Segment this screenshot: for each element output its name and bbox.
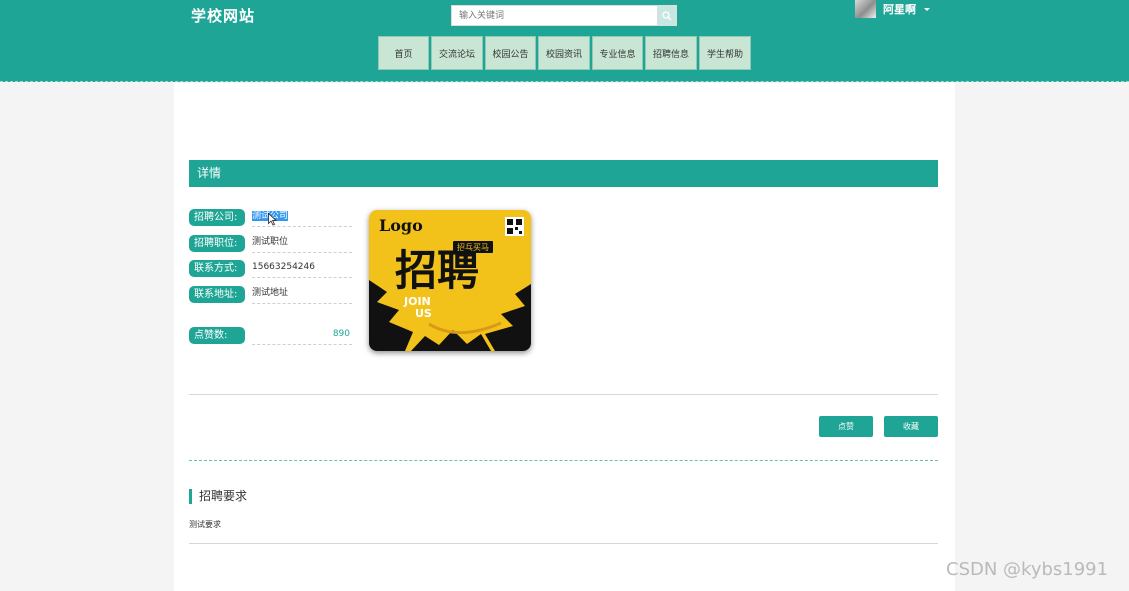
field-value-address: 测试地址 (252, 286, 352, 304)
username[interactable]: 阿星啊 (883, 1, 916, 17)
nav-item-forum[interactable]: 交流论坛 (431, 36, 483, 70)
search-button[interactable] (657, 5, 677, 26)
poster-main-text: 招聘 (395, 246, 479, 295)
requirements-title: 招聘要求 (189, 489, 247, 504)
field-value-company: 测试公司 (252, 209, 352, 227)
main-nav: 首页 交流论坛 校园公告 校园资讯 专业信息 招聘信息 学生帮助 (378, 36, 751, 70)
field-label-address: 联系地址: (189, 286, 245, 303)
field-value-position: 测试职位 (252, 235, 352, 253)
like-button[interactable]: 点赞 (819, 416, 873, 437)
divider (189, 394, 938, 395)
nav-item-home[interactable]: 首页 (378, 36, 429, 70)
field-value-contact: 15663254246 (252, 260, 352, 278)
divider-bottom (189, 543, 938, 544)
section-title: 详情 (189, 160, 938, 187)
avatar[interactable] (855, 0, 876, 18)
nav-item-student-help[interactable]: 学生帮助 (699, 36, 751, 70)
search-input[interactable] (451, 5, 657, 26)
search-box (451, 5, 677, 26)
field-label-position: 招聘职位: (189, 235, 245, 252)
recruitment-poster: Logo 招兵买马 招聘 JOIN US (369, 210, 531, 351)
content-panel: 详情 招聘公司: 测试公司 招聘职位: 测试职位 联系方式: 156632542… (174, 83, 955, 591)
field-label-contact: 联系方式: (189, 260, 245, 277)
user-menu[interactable]: 阿星啊 (855, 0, 930, 18)
requirements-text: 测试要求 (189, 520, 221, 529)
chevron-down-icon[interactable] (924, 7, 930, 11)
watermark-text: CSDN @kybs1991 (946, 559, 1109, 580)
nav-item-majors[interactable]: 专业信息 (592, 36, 643, 70)
field-value-likes: 890 (252, 327, 352, 345)
nav-item-recruitment[interactable]: 招聘信息 (645, 36, 697, 70)
dashed-divider (189, 460, 938, 461)
top-header: 学校网站 阿星啊 首页 交流论坛 校园公告 校园资讯 专业信息 招聘信息 学生帮… (0, 0, 1129, 82)
poster-us-text: US (415, 307, 432, 320)
favorite-button[interactable]: 收藏 (884, 416, 938, 437)
nav-item-announcements[interactable]: 校园公告 (485, 36, 536, 70)
poster-logo-text: Logo (379, 216, 423, 235)
field-label-company: 招聘公司: (189, 209, 245, 226)
search-icon (662, 10, 672, 20)
site-title[interactable]: 学校网站 (191, 5, 255, 26)
nav-item-news[interactable]: 校园资讯 (538, 36, 590, 70)
poster-image: Logo 招兵买马 招聘 JOIN US (369, 210, 531, 351)
mouse-cursor-icon (268, 213, 277, 226)
field-label-likes: 点赞数: (189, 327, 245, 344)
